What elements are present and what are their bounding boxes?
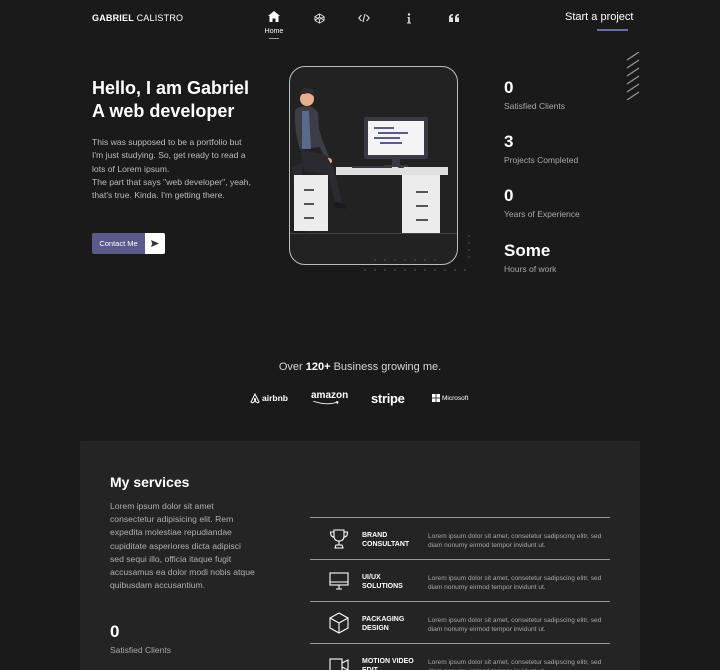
airbnb-logo-text: airbnb xyxy=(262,393,288,403)
amazon-smile-icon xyxy=(312,401,340,405)
amazon-logo-text: amazon xyxy=(311,390,349,401)
stripe-logo-text: stripe xyxy=(371,390,405,406)
decorative-dots xyxy=(364,235,470,271)
microsoft-logo: Microsoft xyxy=(432,389,468,407)
service-text: Lorem ipsum dolor sit amet, consetetur s… xyxy=(428,617,602,633)
hero-title-line2: A web developer xyxy=(92,101,235,121)
stat-years-experience: 0 Years of Experience xyxy=(504,186,580,219)
tagline-prefix: Over xyxy=(278,361,303,373)
service-text: Lorem ipsum dolor sit amet, consetetur s… xyxy=(428,659,602,670)
nav-home-label: Home xyxy=(264,28,284,35)
service-item[interactable]: PACKAGING DESIGN Lorem ipsum dolor sit a… xyxy=(310,601,610,643)
codepen-icon xyxy=(313,12,325,24)
nav-codepen-link[interactable] xyxy=(309,9,329,27)
amazon-logo: amazon xyxy=(311,389,348,407)
stat-label: Hours of work xyxy=(504,264,557,274)
service-name: MOTION VIDEO EDIT xyxy=(362,658,414,670)
start-project-link[interactable]: Start a project xyxy=(565,11,633,23)
stat-label: Satisfied Clients xyxy=(504,101,565,111)
microsoft-logo-text: Microsoft xyxy=(442,394,469,402)
business-count: 120+ xyxy=(305,361,331,373)
send-icon xyxy=(145,233,165,254)
hero-desc-line2: The part that says "web developer", yeah… xyxy=(92,176,251,201)
business-tagline: Over 120+ Business growing me. xyxy=(0,361,720,373)
services-description: Lorem ipsum dolor sit amet consectetur a… xyxy=(110,501,255,591)
home-icon xyxy=(268,11,280,22)
services-section: My services Lorem ipsum dolor sit amet c… xyxy=(80,441,640,670)
nav-quote-link[interactable] xyxy=(444,9,464,27)
box-icon xyxy=(328,612,350,634)
tagline-suffix: Business growing me. xyxy=(333,361,442,373)
service-item[interactable]: MOTION VIDEO EDIT Lorem ipsum dolor sit … xyxy=(310,643,610,670)
service-name: BRAND CONSULTANT xyxy=(362,532,410,548)
brand-logo[interactable]: GABRIEL CALISTRO xyxy=(92,13,183,23)
hero-title: Hello, I am Gabriel A web developer xyxy=(92,77,292,123)
service-name: PACKAGING DESIGN xyxy=(362,616,405,632)
airbnb-logo: airbnb xyxy=(250,389,288,407)
nav-info-link[interactable] xyxy=(399,9,419,27)
trophy-icon xyxy=(328,528,350,550)
hero-title-line1: Hello, I am Gabriel xyxy=(92,78,250,98)
contact-me-button[interactable]: Contact Me xyxy=(92,233,165,254)
service-text: Lorem ipsum dolor sit amet, consetetur s… xyxy=(428,575,602,591)
services-title: My services xyxy=(110,474,190,490)
top-nav: GABRIEL CALISTRO Home Start a project xyxy=(0,0,720,40)
cta-underline xyxy=(597,29,628,31)
services-list: BRAND CONSULTANT Lorem ipsum dolor sit a… xyxy=(310,517,610,670)
services-stat: 0 Satisfied Clients xyxy=(110,622,171,655)
monitor-icon xyxy=(328,570,350,592)
stat-projects-completed: 3 Projects Completed xyxy=(504,132,578,165)
code-icon xyxy=(358,13,370,23)
stat-value: 3 xyxy=(504,132,514,151)
nav-home-link[interactable]: Home xyxy=(262,9,286,39)
stat-satisfied-clients: 0 Satisfied Clients xyxy=(504,78,565,111)
service-item[interactable]: UI/UX SOLUTIONS Lorem ipsum dolor sit am… xyxy=(310,559,610,601)
stat-label: Satisfied Clients xyxy=(110,645,171,655)
hero-desc-line1: This was supposed to be a portfolio but … xyxy=(92,137,246,174)
stripe-logo: stripe xyxy=(371,389,405,407)
stat-value: 0 xyxy=(504,78,514,97)
decorative-stripes xyxy=(626,52,640,100)
stat-label: Years of Experience xyxy=(504,209,580,219)
service-name: UI/UX SOLUTIONS xyxy=(362,574,403,590)
service-text: Lorem ipsum dolor sit amet, consetetur s… xyxy=(428,533,602,549)
nav-active-indicator xyxy=(269,38,279,39)
nav-code-link[interactable] xyxy=(354,9,374,27)
stat-value: Some xyxy=(504,241,551,260)
video-icon xyxy=(328,654,350,670)
client-logos: airbnb amazon stripe Microsoft xyxy=(250,389,470,407)
stat-label: Projects Completed xyxy=(504,155,579,165)
brand-last-name: CALISTRO xyxy=(136,13,184,23)
info-icon xyxy=(407,12,411,23)
quote-icon xyxy=(448,13,459,22)
stat-value: 0 xyxy=(504,186,514,205)
brand-first-name: GABRIEL xyxy=(92,13,134,23)
airbnb-icon xyxy=(250,392,260,403)
hero-description: This was supposed to be a portfolio but … xyxy=(92,136,252,202)
microsoft-icon xyxy=(432,394,440,402)
service-item[interactable]: BRAND CONSULTANT Lorem ipsum dolor sit a… xyxy=(310,517,610,559)
contact-me-label: Contact Me xyxy=(92,233,145,254)
stat-hours-of-work: Some Hours of work xyxy=(504,241,556,274)
stat-value: 0 xyxy=(110,622,120,641)
